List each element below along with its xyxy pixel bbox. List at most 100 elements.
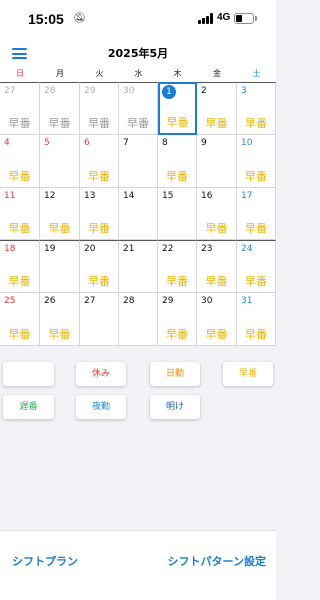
shift-label: 早番 [205,328,228,341]
calendar-cell[interactable]: 6 早番 [80,135,119,188]
calendar-cell[interactable]: 29 早番 [80,82,119,135]
network-type: 4G [217,12,231,23]
blank-shift-button[interactable] [3,362,54,386]
calendar-cell[interactable]: 27 [80,293,119,346]
day-number: 28 [123,296,135,306]
shift-label: 早番 [205,275,228,288]
calendar-cell[interactable]: 10 早番 [237,135,276,188]
day-number: 12 [44,191,56,201]
calendar-cell[interactable]: 24 早番 [237,240,276,293]
day-number: 19 [44,244,56,254]
day-number: 18 [4,244,16,254]
day-number: 10 [241,138,253,148]
shift-label: 早番 [245,275,267,288]
calendar-cell[interactable]: 19 [40,240,80,293]
shift-label: 早番 [245,328,267,341]
calendar-cell[interactable]: 14 [119,188,158,240]
calendar-cell[interactable]: 20 早番 [80,240,119,293]
shift-label: 早番 [8,117,31,130]
shift-label: 早番 [48,328,71,341]
shift-label: 早番 [166,275,188,288]
day-number: 15 [162,191,174,201]
calendar-cell[interactable]: 9 [197,135,237,188]
shift-label: 早番 [88,170,110,183]
day-number: 14 [123,191,135,201]
day-number: 21 [123,244,135,254]
calendar-cell[interactable]: 28 [119,293,158,346]
day-number: 7 [123,138,129,148]
calendar-cell[interactable]: 3 早番 [237,82,276,135]
calendar-cell[interactable]: 30 早番 [197,293,237,346]
day-number: 3 [241,86,247,96]
shift-label: 早番 [8,170,31,183]
day-number: 4 [4,138,10,148]
calendar-cell[interactable]: 28 早番 [40,82,80,135]
calendar-cell[interactable]: 25 早番 [0,293,40,346]
calendar-cell[interactable]: 17 早番 [237,188,276,240]
calendar-cell[interactable]: 11 早番 [0,188,40,240]
day-number: 22 [162,244,174,254]
shift-label: 早番 [88,117,110,130]
late-shift-button[interactable]: 遅番 [3,395,54,419]
day-shift-button[interactable]: 日勤 [150,362,200,386]
header: 2025年5月 [0,40,276,66]
calendar-grid: 27 早番 28 早番 29 早番 30 早番 1 早番 2 早番 3 早番 4 早番 5 6 早番 7 8 早番 9 10 早… [0,82,276,346]
calendar-cell[interactable]: 27 早番 [0,82,40,135]
day-number: 23 [201,244,213,254]
calendar-cell[interactable]: 2 早番 [197,82,237,135]
calendar-cell[interactable]: 5 [40,135,80,188]
day-number: 28 [44,86,56,96]
bottom-bar: シフトプラン シフトパターン設定 [0,530,276,600]
month-title: 2025年5月 [107,47,169,60]
calendar-cell[interactable]: 26 早番 [40,293,80,346]
day-number: 29 [162,296,174,306]
day-number: 24 [241,244,253,254]
early-shift-button[interactable]: 早番 [223,362,273,386]
day-number: 30 [123,86,135,96]
weekday-label: 金 [213,69,221,78]
status-bar: 15:05 🔕︎ 4G [0,0,276,40]
shift-label: 早番 [166,328,188,341]
shift-label: 早番 [127,117,149,130]
day-number: 11 [4,191,16,201]
calendar-cell[interactable]: 12 早番 [40,188,80,240]
calendar-cell[interactable]: 31 早番 [237,293,276,346]
calendar-cell-today[interactable]: 1 早番 [158,82,197,135]
calendar-cell[interactable]: 8 早番 [158,135,197,188]
calendar-cell[interactable]: 30 早番 [119,82,158,135]
shift-label: 早番 [8,328,31,341]
weekday-label: 水 [134,69,143,78]
night-shift-button[interactable]: 夜勤 [76,395,126,419]
bell-muted-icon: 🔕︎ [73,13,86,24]
shift-label: 早番 [8,222,31,235]
day-number: 5 [44,138,50,148]
shift-label: 早番 [245,222,267,235]
calendar-cell[interactable]: 4 早番 [0,135,40,188]
shift-label: 早番 [166,116,189,129]
battery-cap [255,16,257,21]
calendar-cell[interactable]: 21 [119,240,158,293]
calendar-cell[interactable]: 18 早番 [0,240,40,293]
calendar-cell[interactable]: 29 早番 [158,293,197,346]
calendar-cell[interactable]: 16 早番 [197,188,237,240]
day-number: 20 [84,244,96,254]
shift-label: 早番 [245,170,267,183]
shift-label: 早番 [166,170,188,183]
calendar-cell[interactable]: 13 早番 [80,188,119,240]
shift-pattern-settings-link[interactable]: シフトパターン設定 [168,553,266,569]
after-night-button[interactable]: 明け [150,395,200,419]
battery-icon [234,13,254,24]
day-number: 27 [84,296,96,306]
weekday-label: 日 [16,69,24,78]
day-number: 16 [201,191,213,201]
day-number: 6 [84,138,90,148]
rest-button[interactable]: 休み [76,362,126,386]
calendar-cell[interactable]: 22 早番 [158,240,197,293]
signal-icon [198,13,214,24]
calendar-cell[interactable]: 23 早番 [197,240,237,293]
calendar-cell[interactable]: 7 [119,135,158,188]
shift-plan-link[interactable]: シフトプラン [12,553,78,569]
shift-label: 早番 [205,222,228,235]
calendar-cell[interactable]: 15 [158,188,197,240]
weekday-label: 木 [173,69,182,78]
